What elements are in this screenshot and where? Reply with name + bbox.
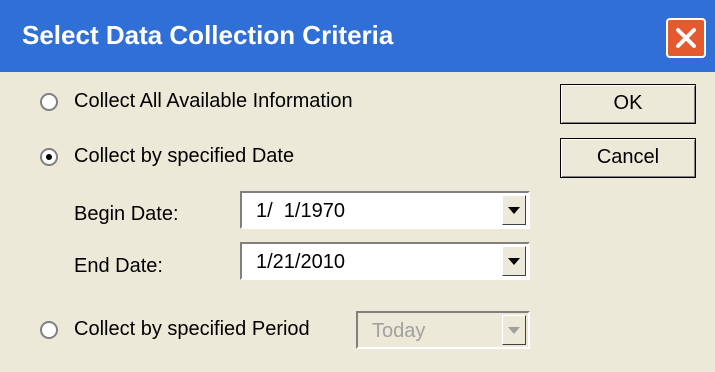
radio-button-selected[interactable]: [40, 147, 58, 166]
chevron-down-icon: [508, 207, 520, 214]
ok-button-label: OK: [613, 92, 643, 114]
period-value: Today: [372, 320, 426, 342]
window-title: Select Data Collection Criteria: [22, 20, 394, 50]
radio-collect-all[interactable]: Collect All Available Information: [40, 90, 353, 113]
radio-collect-by-date[interactable]: Collect by specified Date: [40, 145, 294, 168]
chevron-down-icon: [508, 327, 520, 334]
begin-date-combo[interactable]: 1/ 1/1970: [240, 191, 530, 229]
begin-date-label: Begin Date:: [74, 203, 179, 225]
end-date-combo[interactable]: 1/21/2010: [240, 242, 530, 280]
title-bar: Select Data Collection Criteria: [0, 0, 715, 72]
end-date-label: End Date:: [74, 255, 163, 277]
chevron-down-icon: [508, 258, 520, 265]
radio-button[interactable]: [40, 92, 58, 111]
ok-button[interactable]: OK: [560, 84, 696, 124]
end-date-dropdown-button[interactable]: [502, 246, 526, 276]
close-button[interactable]: [666, 18, 706, 58]
period-combo[interactable]: Today: [356, 311, 530, 349]
dialog-window: Select Data Collection Criteria Collect …: [0, 0, 715, 372]
period-dropdown-button[interactable]: [502, 315, 526, 345]
radio-collect-by-period[interactable]: Collect by specified Period: [40, 318, 310, 341]
cancel-button[interactable]: Cancel: [560, 138, 696, 178]
radio-collect-by-period-label: Collect by specified Period: [74, 318, 310, 340]
end-date-value: 1/21/2010: [256, 251, 345, 273]
cancel-button-label: Cancel: [596, 146, 660, 168]
dialog-client: Collect All Available Information Collec…: [0, 72, 715, 372]
radio-collect-all-label: Collect All Available Information: [74, 90, 353, 112]
begin-date-dropdown-button[interactable]: [502, 195, 526, 225]
close-icon: [676, 28, 696, 48]
radio-collect-by-date-label: Collect by specified Date: [74, 145, 295, 167]
radio-dot: [46, 153, 52, 160]
radio-button[interactable]: [40, 320, 58, 339]
begin-date-value: 1/ 1/1970: [256, 200, 345, 222]
